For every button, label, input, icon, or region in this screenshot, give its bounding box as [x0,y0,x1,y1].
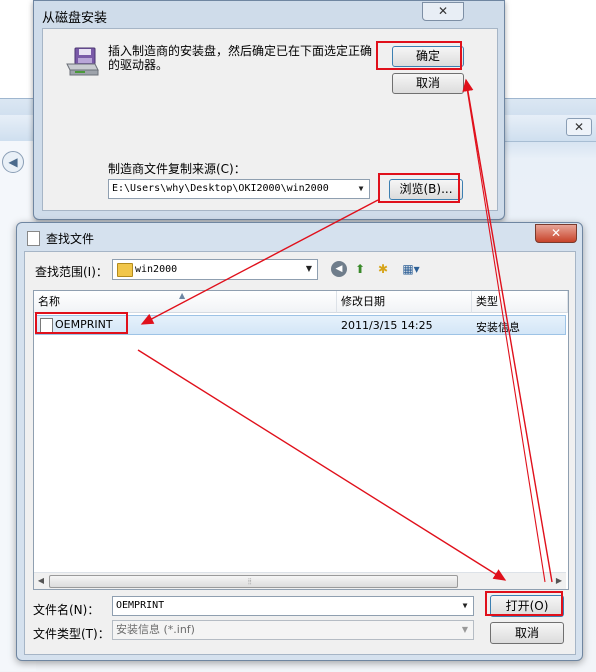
chevron-down-icon[interactable]: ▼ [353,180,369,198]
open-button[interactable]: 打开(O) [490,595,564,617]
disk-dialog-title: 从磁盘安装 [42,11,108,26]
background-back-icon[interactable]: ◀ [2,151,24,173]
source-label: 制造商文件复制来源(C)： [108,162,246,176]
file-type-cell: 安装信息 [476,321,520,334]
file-name-input[interactable]: OEMPRINT ▼ [112,596,474,616]
source-path-combo[interactable]: E:\Users\why\Desktop\OKI2000\win2000 ▼ [108,179,370,199]
up-folder-icon[interactable]: ⬆ [352,261,368,277]
folder-icon [117,263,133,277]
find-file-dialog: 查找文件 ✕ 查找范围(I)： win2000 ▼ ◀ ⬆ ✱ ▦▾ 名称 ▲ … [16,222,583,661]
disk-dialog-close-icon[interactable]: ✕ [422,2,464,21]
find-cancel-button[interactable]: 取消 [490,622,564,644]
find-dialog-close-icon[interactable]: ✕ [535,224,577,243]
file-name-label: 文件名(N)： [33,603,100,617]
file-type-combo[interactable]: 安装信息 (*.inf) ▼ [112,620,474,640]
inf-file-icon [40,318,53,334]
document-icon [27,231,40,246]
source-path-value: E:\Users\why\Desktop\OKI2000\win2000 [112,183,329,194]
background-close-icon[interactable]: ✕ [566,118,592,136]
file-name-value: OEMPRINT [116,600,165,611]
back-arrow-icon[interactable]: ◀ [331,261,347,277]
install-from-disk-dialog: 从磁盘安装 ✕ 插入制造商的安装盘，然后确定已在下面选定正确的驱动器。 确定 取… [33,0,505,220]
scroll-left-icon[interactable]: ◀ [34,573,48,589]
view-menu-icon[interactable]: ▦▾ [399,261,423,277]
table-row[interactable]: OEMPRINT 2011/3/15 14:25 安装信息 [35,315,566,335]
new-folder-icon[interactable]: ✱ [375,261,391,277]
ok-button[interactable]: 确定 [392,46,464,67]
file-name-cell: OEMPRINT [55,318,113,331]
scrollbar-thumb[interactable]: ⦙⦙ [49,575,458,588]
file-type-value: 安装信息 (*.inf) [116,623,195,636]
cancel-button[interactable]: 取消 [392,73,464,94]
look-in-value: win2000 [135,264,178,275]
chevron-down-icon[interactable]: ▼ [301,260,317,278]
scroll-right-icon[interactable]: ▶ [552,573,566,589]
find-dialog-title: 查找文件 [46,232,95,246]
find-dialog-body: 查找范围(I)： win2000 ▼ ◀ ⬆ ✱ ▦▾ 名称 ▲ 修改日期 类型… [24,251,576,655]
file-date-cell: 2011/3/15 14:25 [341,319,433,332]
disk-dialog-body: 插入制造商的安装盘，然后确定已在下面选定正确的驱动器。 确定 取消 制造商文件复… [42,28,498,211]
column-header-type[interactable]: 类型 [472,291,568,313]
disk-dialog-message: 插入制造商的安装盘，然后确定已在下面选定正确的驱动器。 [108,44,373,72]
file-type-label: 文件类型(T)： [33,627,110,641]
column-header-name[interactable]: 名称 ▲ [34,291,337,313]
chevron-down-icon[interactable]: ▼ [457,597,473,615]
sort-ascending-icon: ▲ [179,291,186,300]
column-header-date[interactable]: 修改日期 [337,291,472,313]
floppy-drive-icon [66,47,99,76]
browse-button[interactable]: 浏览(B)... [389,179,463,200]
grip-icon: ⦙⦙ [248,577,252,586]
look-in-combo[interactable]: win2000 ▼ [112,259,318,280]
chevron-down-icon[interactable]: ▼ [457,621,473,639]
file-list[interactable]: 名称 ▲ 修改日期 类型 OEMPRINT 2011/3/15 14:25 安装… [33,290,569,590]
horizontal-scrollbar[interactable]: ◀ ⦙⦙ ▶ [34,572,566,589]
look-in-label: 查找范围(I)： [35,265,108,279]
